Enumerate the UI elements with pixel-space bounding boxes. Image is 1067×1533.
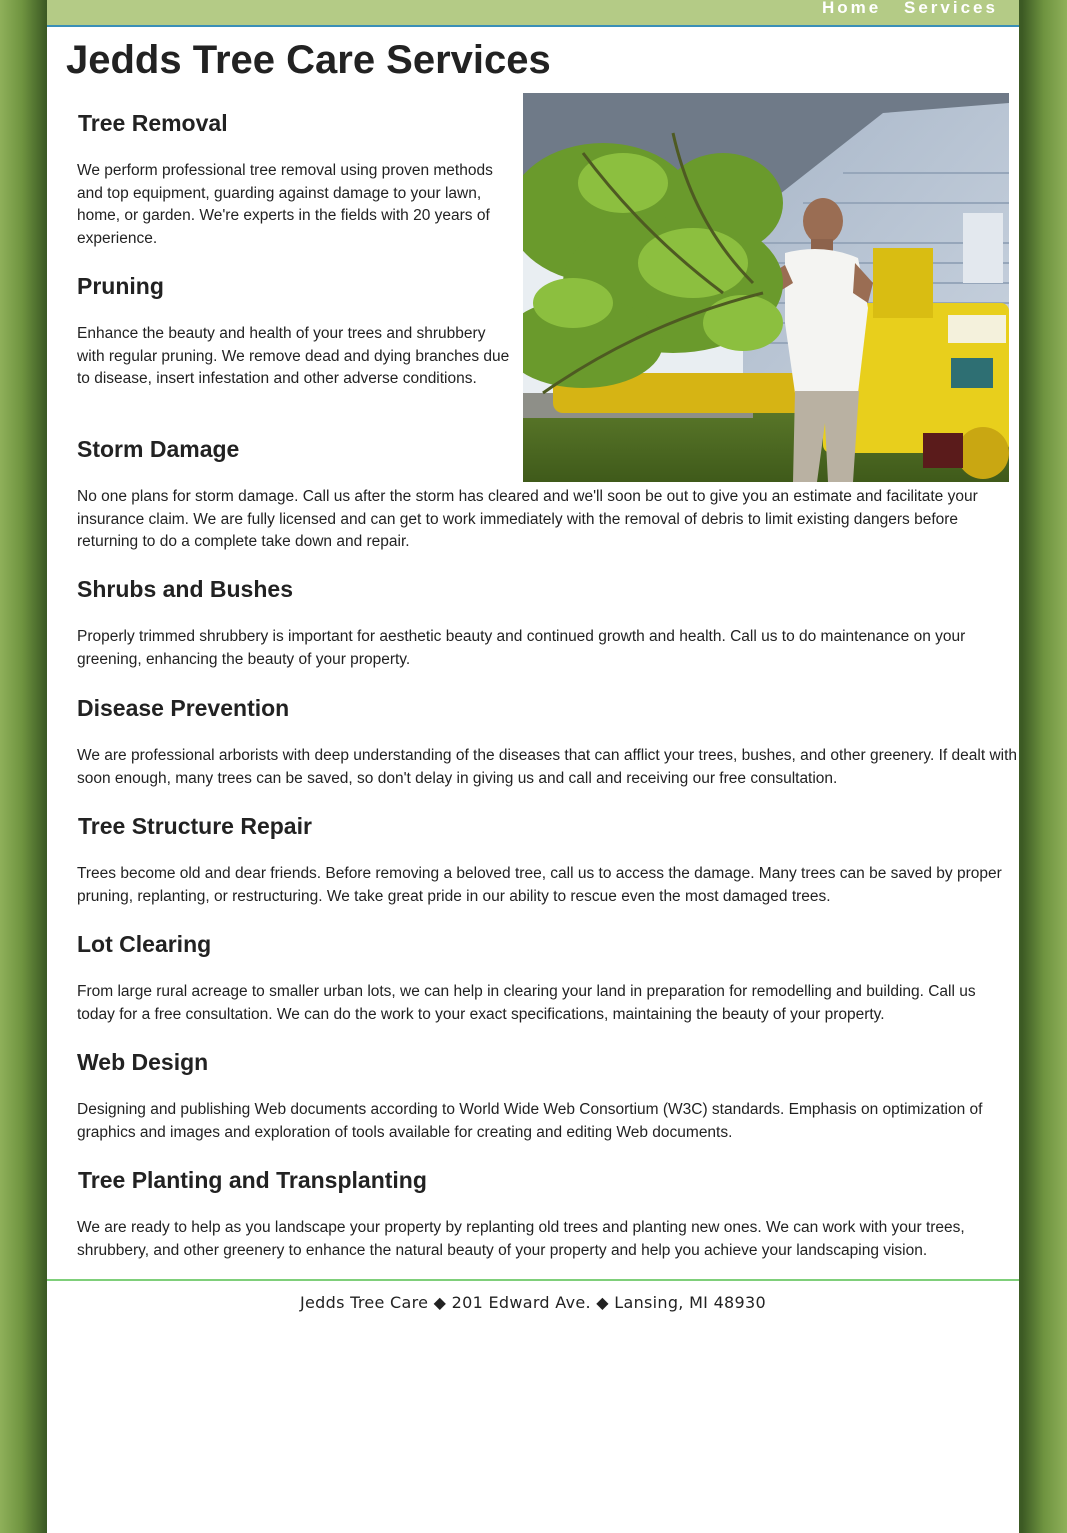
section-body: No one plans for storm damage. Call us a… xyxy=(77,488,978,551)
top-navigation: Home Services xyxy=(47,0,1019,27)
footer-address: Jedds Tree Care ◆ 201 Edward Ave. ◆ Lans… xyxy=(300,1293,766,1312)
section-heading: Tree Removal xyxy=(78,110,228,136)
section-disease-prevention: Disease Prevention xyxy=(77,695,1012,722)
section-body: We perform professional tree removal usi… xyxy=(77,162,493,247)
section-shrubs-bushes: Shrubs and Bushes xyxy=(77,576,1012,603)
section-tree-removal-body: We perform professional tree removal usi… xyxy=(77,160,517,250)
section-storm-damage-body: No one plans for storm damage. Call us a… xyxy=(77,486,1012,554)
section-heading: Lot Clearing xyxy=(77,931,212,957)
nav-link-services[interactable]: Services xyxy=(904,0,998,18)
section-tree-structure-repair-body: Trees become old and dear friends. Befor… xyxy=(77,863,1012,908)
section-tree-structure-repair: Tree Structure Repair xyxy=(78,813,1013,840)
section-storm-damage: Storm Damage xyxy=(77,436,517,463)
section-heading: Storm Damage xyxy=(77,436,240,462)
section-tree-planting-body: We are ready to help as you landscape yo… xyxy=(77,1217,1012,1262)
footer: Jedds Tree Care ◆ 201 Edward Ave. ◆ Lans… xyxy=(47,1279,1019,1313)
section-heading: Tree Structure Repair xyxy=(78,813,312,839)
section-lot-clearing-body: From large rural acreage to smaller urba… xyxy=(77,981,1012,1026)
section-heading: Disease Prevention xyxy=(77,695,290,721)
section-heading: Pruning xyxy=(77,273,164,299)
section-body: We are professional arborists with deep … xyxy=(77,747,1018,787)
section-body: Enhance the beauty and health of your tr… xyxy=(77,325,510,388)
section-heading: Shrubs and Bushes xyxy=(77,576,293,602)
section-disease-prevention-body: We are professional arborists with deep … xyxy=(77,745,1017,790)
section-shrubs-bushes-body: Properly trimmed shrubbery is important … xyxy=(77,626,1012,671)
section-tree-removal: Tree Removal xyxy=(78,110,518,137)
section-tree-planting: Tree Planting and Transplanting xyxy=(78,1167,1013,1194)
page-container: Home Services Jedds Tree Care Services T… xyxy=(47,0,1019,1533)
site-title: Jedds Tree Care Services xyxy=(66,38,551,82)
section-pruning: Pruning xyxy=(77,273,517,300)
section-body: Trees become old and dear friends. Befor… xyxy=(77,865,1002,905)
nav-link-home[interactable]: Home xyxy=(822,0,881,18)
section-heading: Web Design xyxy=(77,1049,209,1075)
section-web-design: Web Design xyxy=(77,1049,1012,1076)
section-body: Properly trimmed shrubbery is important … xyxy=(77,628,966,668)
section-lot-clearing: Lot Clearing xyxy=(77,931,1012,958)
section-heading: Tree Planting and Transplanting xyxy=(78,1167,427,1193)
section-body: From large rural acreage to smaller urba… xyxy=(77,983,976,1023)
section-web-design-body: Designing and publishing Web documents a… xyxy=(77,1099,1017,1144)
section-body: We are ready to help as you landscape yo… xyxy=(77,1219,965,1259)
section-pruning-body: Enhance the beauty and health of your tr… xyxy=(77,323,517,391)
hero-image xyxy=(523,93,1009,482)
section-body: Designing and publishing Web documents a… xyxy=(77,1101,983,1141)
